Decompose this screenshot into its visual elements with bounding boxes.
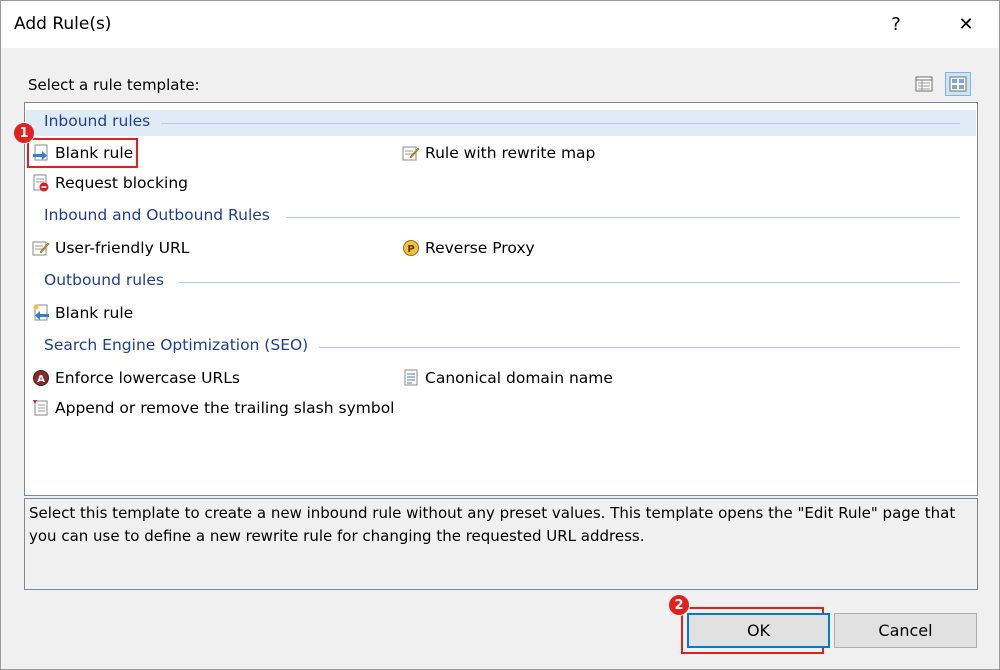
template-item-trailing-slash[interactable]: Append or remove the trailing slash symb… — [32, 395, 394, 421]
rewrite-map-icon — [402, 144, 420, 162]
group-header-label: Search Engine Optimization (SEO) — [44, 336, 309, 354]
template-item-label: Reverse Proxy — [425, 239, 535, 257]
group-outbound-rules: Outbound rules — [26, 269, 976, 295]
canonical-domain-icon — [402, 369, 420, 387]
group-inbound-rules: Inbound rules — [26, 110, 976, 136]
trailing-slash-icon — [32, 399, 50, 417]
template-item-label: Request blocking — [55, 174, 188, 192]
template-item-reverse-proxy[interactable]: P Reverse Proxy — [402, 235, 535, 261]
cancel-button[interactable]: Cancel — [834, 613, 977, 648]
select-template-label: Select a rule template: — [28, 76, 200, 94]
reverse-proxy-icon: P — [402, 239, 420, 257]
details-view-icon — [915, 76, 933, 92]
template-description: Select this template to create a new inb… — [24, 498, 978, 590]
tiles-view-icon — [949, 76, 967, 92]
dialog-title: Add Rule(s) — [14, 14, 112, 34]
group-divider — [178, 282, 960, 283]
template-item-label: Rule with rewrite map — [425, 144, 596, 162]
help-button[interactable]: ? — [873, 1, 919, 47]
svg-text:P: P — [407, 244, 414, 255]
ok-button[interactable]: OK — [687, 613, 830, 648]
group-divider — [319, 347, 960, 348]
template-item-rewrite-map[interactable]: Rule with rewrite map — [402, 140, 595, 166]
template-item-label: Blank rule — [55, 144, 134, 162]
template-item-outbound-blank-rule[interactable]: Blank rule — [32, 300, 133, 326]
template-item-label: Append or remove the trailing slash symb… — [55, 399, 395, 417]
group-header-label: Outbound rules — [44, 271, 164, 289]
request-blocking-icon — [32, 174, 50, 192]
template-item-enforce-lowercase[interactable]: A Enforce lowercase URLs — [32, 365, 240, 391]
blank-outbound-rule-icon — [32, 304, 50, 322]
add-rules-dialog: Add Rule(s) ? ✕ Select a rule template: … — [0, 0, 1000, 670]
group-header-label: Inbound and Outbound Rules — [44, 206, 270, 224]
step-1-badge: 1 — [13, 122, 35, 144]
template-item-label: Canonical domain name — [425, 369, 613, 387]
template-item-request-blocking[interactable]: Request blocking — [32, 170, 188, 196]
group-seo: Search Engine Optimization (SEO) — [26, 334, 976, 360]
template-item-canonical-domain[interactable]: Canonical domain name — [402, 365, 613, 391]
svg-text:A: A — [37, 374, 45, 385]
details-view-button[interactable] — [911, 72, 937, 96]
template-item-label: Blank rule — [55, 304, 134, 322]
user-friendly-url-icon — [32, 239, 50, 257]
template-item-label: User-friendly URL — [55, 239, 190, 257]
lowercase-url-icon: A — [32, 369, 50, 387]
title-bar: Add Rule(s) ? ✕ — [1, 1, 999, 48]
template-item-user-friendly-url[interactable]: User-friendly URL — [32, 235, 189, 261]
tiles-view-button[interactable] — [945, 72, 971, 96]
rule-template-list[interactable]: Inbound rules Blank rule Rule with rewri… — [24, 102, 978, 496]
group-header-label: Inbound rules — [44, 112, 151, 130]
template-item-inbound-blank-rule[interactable]: Blank rule — [26, 138, 139, 168]
template-item-label: Enforce lowercase URLs — [55, 369, 240, 387]
blank-inbound-rule-icon — [32, 144, 50, 162]
group-divider — [286, 217, 960, 218]
group-divider — [161, 123, 960, 124]
close-button[interactable]: ✕ — [943, 1, 989, 47]
group-inbound-outbound-rules: Inbound and Outbound Rules — [26, 204, 976, 230]
